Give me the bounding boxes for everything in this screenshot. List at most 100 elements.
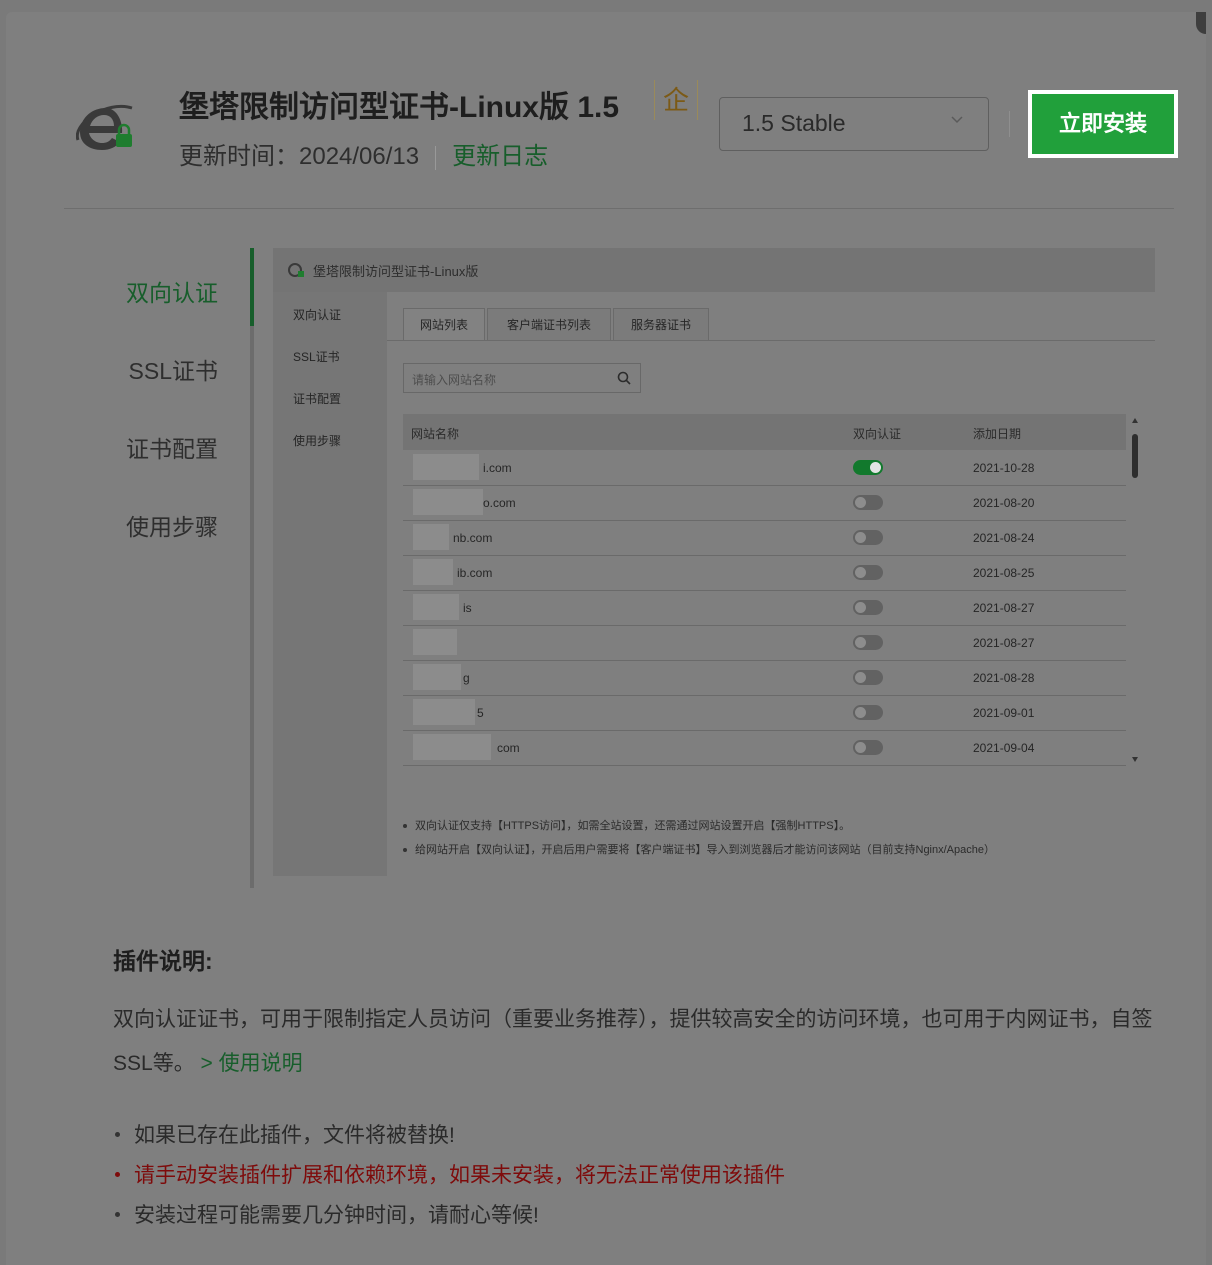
plugin-install-dialog: 堡塔限制访问型证书-Linux版 1.5 企 更新时间：2024/06/13 更新… — [6, 12, 1206, 1265]
preview-note: 双向认证仅支持【HTTPS访问】，如需全站设置，还需通过网站设置开启【强制HTT… — [403, 814, 995, 838]
added-date: 2021-09-04 — [973, 741, 1035, 755]
table-row: ib.com 2021-08-25 — [403, 555, 1126, 591]
plugin-logo-icon — [76, 105, 133, 150]
site-name: ib.com — [457, 566, 493, 580]
tab-usage-steps[interactable]: 使用步骤 — [126, 508, 218, 542]
site-name: i.com — [483, 461, 512, 475]
table-header: 网站名称 双向认证 添加日期 — [403, 414, 1126, 450]
preview-search-placeholder: 请输入网站名称 — [412, 373, 497, 387]
update-info: 更新时间：2024/06/13 更新日志 — [179, 136, 548, 171]
preview-side-item: 使用步骤 — [293, 434, 342, 448]
redaction-blur — [413, 454, 479, 480]
redaction-blur — [413, 594, 459, 620]
preview-tab: 服务器证书 — [613, 308, 709, 340]
mutual-auth-toggle — [853, 530, 883, 545]
column-header: 双向认证 — [853, 427, 902, 441]
plugin-logo-icon — [288, 263, 304, 277]
mutual-auth-toggle — [853, 740, 883, 755]
added-date: 2021-10-28 — [973, 461, 1035, 475]
added-date: 2021-08-24 — [973, 531, 1035, 545]
site-name: nb.com — [453, 531, 493, 545]
redaction-blur — [413, 524, 449, 550]
search-icon — [617, 371, 631, 385]
install-warning: 请手动安装插件扩展和依赖环境，如果未安装，将无法正常使用该插件 — [113, 1156, 785, 1196]
bullet — [403, 824, 407, 829]
preview-side-item: 证书配置 — [293, 392, 342, 406]
site-name: o.com — [483, 496, 516, 510]
added-date: 2021-08-27 — [973, 636, 1035, 650]
mutual-auth-toggle — [853, 565, 883, 580]
tab-cert-config[interactable]: 证书配置 — [126, 430, 218, 464]
table-row: i.com 2021-10-28 — [403, 450, 1126, 486]
preview-tab: 网站列表 — [403, 308, 485, 340]
enterprise-badge: 企 — [654, 80, 698, 120]
preview-note: 给网站开启【双向认证】，开启后用户需要将【客户端证书】导入到浏览器后才能访问该网… — [403, 838, 995, 862]
added-date: 2021-08-27 — [973, 601, 1035, 615]
usage-guide-link[interactable]: > 使用说明 — [201, 1052, 303, 1075]
divider — [1009, 111, 1010, 137]
table-row: com 2021-09-04 — [403, 730, 1126, 766]
table-row: nb.com 2021-08-24 — [403, 520, 1126, 556]
redaction-blur — [413, 734, 491, 760]
site-name: com — [497, 741, 520, 755]
mutual-auth-toggle — [853, 635, 883, 650]
preview-notes: 双向认证仅支持【HTTPS访问】，如需全站设置，还需通过网站设置开启【强制HTT… — [403, 814, 995, 862]
plugin-description: 双向认证证书，可用于限制指定人员访问（重要业务推荐），提供较高安全的访问环境，也… — [113, 998, 1173, 1086]
added-date: 2021-09-01 — [973, 706, 1035, 720]
bullet — [115, 1171, 120, 1177]
added-date: 2021-08-28 — [973, 671, 1035, 685]
plugin-description-title: 插件说明: — [113, 948, 213, 974]
tab-active-indicator — [250, 248, 254, 326]
table-row: is 2021-08-27 — [403, 590, 1126, 626]
mutual-auth-toggle — [853, 495, 883, 510]
column-header: 网站名称 — [411, 427, 460, 441]
preview-header: 堡塔限制访问型证书-Linux版 — [273, 248, 1155, 292]
column-header: 添加日期 — [973, 427, 1022, 441]
version-selected-value: 1.5 Stable — [742, 110, 846, 136]
table-row: 2021-08-27 — [403, 625, 1126, 661]
table-row: o.com 2021-08-20 — [403, 485, 1126, 521]
site-name: 5 — [477, 706, 484, 720]
header-divider — [64, 208, 1174, 209]
tab-ssl-cert[interactable]: SSL证书 — [129, 352, 218, 386]
close-corner[interactable] — [1196, 12, 1206, 34]
redaction-blur — [413, 699, 475, 725]
tab-track — [250, 248, 254, 888]
preview-note-text: 双向认证仅支持【HTTPS访问】，如需全站设置，还需通过网站设置开启【强制HTT… — [415, 820, 851, 832]
bullet — [115, 1211, 120, 1217]
changelog-link[interactable]: 更新日志 — [452, 143, 548, 170]
install-note-text: 如果已存在此插件，文件将被替换! — [134, 1124, 455, 1147]
update-time: 更新时间：2024/06/13 — [179, 143, 420, 170]
preview-scrollbar — [1132, 418, 1138, 762]
mutual-auth-toggle — [853, 460, 883, 475]
site-name: g — [463, 671, 470, 685]
install-now-label: 立即安装 — [1032, 94, 1174, 154]
bullet — [115, 1131, 120, 1137]
bullet — [403, 848, 407, 853]
preview-side-item: SSL证书 — [293, 350, 340, 364]
chevron-down-icon — [951, 116, 963, 124]
install-notes: 如果已存在此插件，文件将被替换! 请手动安装插件扩展和依赖环境，如果未安装，将无… — [113, 1116, 785, 1236]
redaction-blur — [413, 559, 453, 585]
preview-note-text: 给网站开启【双向认证】，开启后用户需要将【客户端证书】导入到浏览器后才能访问该网… — [415, 844, 995, 856]
mutual-auth-toggle — [853, 600, 883, 615]
added-date: 2021-08-25 — [973, 566, 1035, 580]
install-note-text: 安装过程可能需要几分钟时间，请耐心等候! — [134, 1204, 539, 1227]
install-note: 安装过程可能需要几分钟时间，请耐心等候! — [113, 1196, 785, 1236]
preview-side-item: 双向认证 — [293, 308, 342, 322]
mutual-auth-toggle — [853, 670, 883, 685]
redaction-blur — [413, 489, 483, 515]
install-warning-text: 请手动安装插件扩展和依赖环境，如果未安装，将无法正常使用该插件 — [134, 1164, 785, 1187]
feature-preview-image: 堡塔限制访问型证书-Linux版 双向认证 SSL证书 证书配置 使用步骤 网站… — [273, 248, 1155, 876]
feature-tabs: 双向认证 SSL证书 证书配置 使用步骤 — [64, 248, 254, 888]
preview-title: 堡塔限制访问型证书-Linux版 — [313, 264, 479, 279]
version-select[interactable]: 1.5 Stable — [719, 97, 989, 151]
preview-sidebar: 双向认证 SSL证书 证书配置 使用步骤 — [273, 292, 387, 876]
redaction-blur — [413, 629, 457, 655]
table-row: 5 2021-09-01 — [403, 695, 1126, 731]
install-now-button[interactable]: 立即安装 — [1028, 90, 1178, 158]
divider — [387, 340, 1155, 341]
tab-mutual-auth[interactable]: 双向认证 — [126, 274, 218, 308]
mutual-auth-toggle — [853, 705, 883, 720]
added-date: 2021-08-20 — [973, 496, 1035, 510]
